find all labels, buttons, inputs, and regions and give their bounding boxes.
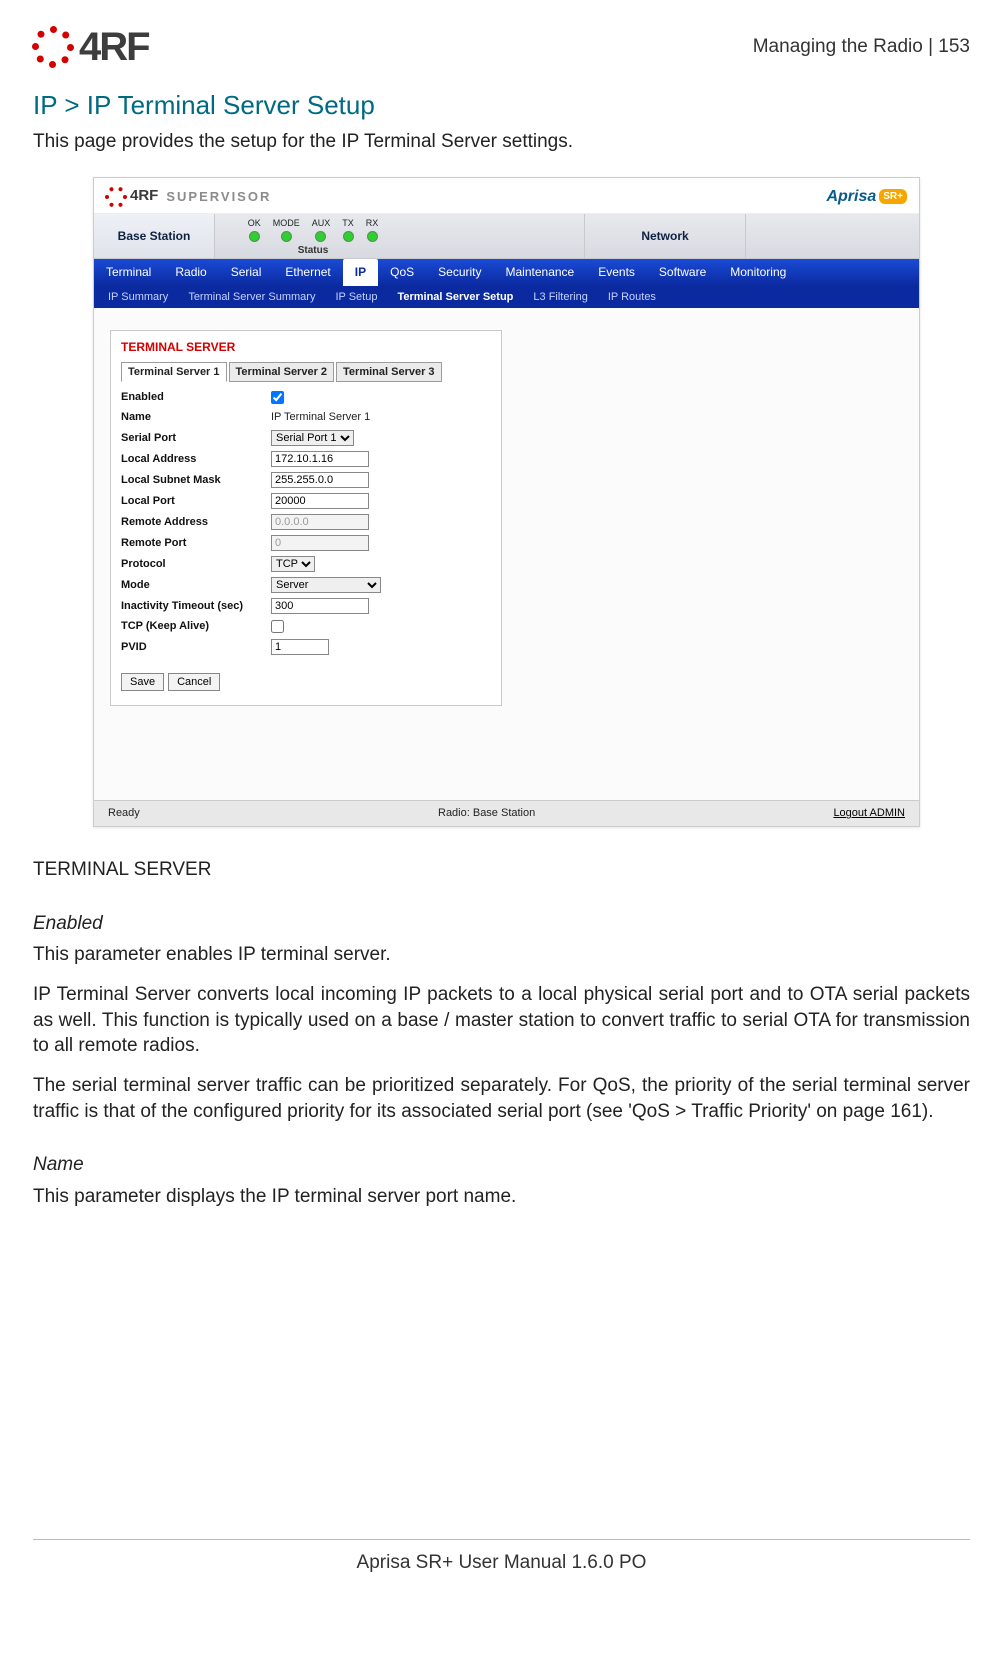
logout-link[interactable]: Logout ADMIN (833, 806, 905, 821)
device-tab[interactable]: Base Station (94, 214, 215, 258)
checkbox-tcp-keep[interactable] (271, 620, 284, 633)
main-nav: Terminal Radio Serial Ethernet IP QoS Se… (94, 259, 919, 285)
led-icon (249, 231, 260, 242)
select-protocol[interactable]: TCP (271, 556, 315, 572)
led-label: RX (366, 217, 379, 229)
led-label: AUX (312, 217, 331, 229)
label-remote-address: Remote Address (121, 515, 271, 530)
label-pvid: PVID (121, 640, 271, 655)
tab-ts3[interactable]: Terminal Server 3 (336, 362, 442, 383)
subnav-ip-setup[interactable]: IP Setup (325, 286, 387, 309)
led-icon (315, 231, 326, 242)
nav-ethernet[interactable]: Ethernet (273, 259, 342, 285)
select-mode[interactable]: Server (271, 577, 381, 593)
status-center: Radio: Base Station (438, 806, 535, 821)
heading-enabled: Enabled (33, 911, 970, 937)
logo-text: 4RF (79, 20, 149, 74)
input-inactivity[interactable] (271, 598, 369, 614)
nav-events[interactable]: Events (586, 259, 647, 285)
nav-serial[interactable]: Serial (219, 259, 274, 285)
nav-security[interactable]: Security (426, 259, 493, 285)
status-caption: Status (298, 244, 329, 258)
nav-maintenance[interactable]: Maintenance (494, 259, 587, 285)
label-local-port: Local Port (121, 494, 271, 509)
status-bar: Ready Radio: Base Station Logout ADMIN (94, 800, 919, 826)
led-label: OK (248, 217, 261, 229)
label-protocol: Protocol (121, 557, 271, 572)
subnav-ts-setup[interactable]: Terminal Server Setup (387, 286, 523, 309)
subnav-ip-summary[interactable]: IP Summary (98, 286, 178, 309)
label-local-subnet: Local Subnet Mask (121, 473, 271, 488)
sub-nav: IP Summary Terminal Server Summary IP Se… (94, 286, 919, 309)
nav-ip[interactable]: IP (343, 259, 378, 285)
supervisor-logo: 4RF SUPERVISOR (106, 186, 271, 206)
nav-radio[interactable]: Radio (163, 259, 218, 285)
heading-name: Name (33, 1152, 970, 1178)
nav-monitoring[interactable]: Monitoring (718, 259, 798, 285)
cancel-button[interactable]: Cancel (168, 673, 220, 691)
para-name: This parameter displays the IP terminal … (33, 1184, 970, 1210)
subnav-l3-filtering[interactable]: L3 Filtering (523, 286, 597, 309)
burst-icon (33, 27, 73, 67)
status-ready: Ready (108, 806, 140, 821)
led-icon (281, 231, 292, 242)
led-icon (367, 231, 378, 242)
checkbox-enabled[interactable] (271, 391, 284, 404)
logo-4rf: 4RF (33, 20, 149, 74)
status-block: OK MODE AUX TX RX Status (215, 214, 411, 260)
footer-text: Aprisa SR+ User Manual 1.6.0 PO (33, 1539, 970, 1576)
nav-qos[interactable]: QoS (378, 259, 426, 285)
panel-title: TERMINAL SERVER (121, 339, 491, 355)
aprisa-badge: Aprisa SR+ (826, 186, 907, 208)
save-button[interactable]: Save (121, 673, 164, 691)
burst-icon (106, 187, 126, 207)
label-tcp-keep: TCP (Keep Alive) (121, 619, 271, 634)
input-pvid[interactable] (271, 639, 329, 655)
tab-ts1[interactable]: Terminal Server 1 (121, 362, 227, 383)
intro-text: This page provides the setup for the IP … (33, 129, 970, 155)
content-area: TERMINAL SERVER Terminal Server 1 Termin… (94, 308, 919, 800)
select-serial-port[interactable]: Serial Port 1 (271, 430, 354, 446)
input-remote-port[interactable] (271, 535, 369, 551)
input-local-address[interactable] (271, 451, 369, 467)
value-name: IP Terminal Server 1 (271, 410, 370, 425)
aprisa-pill: SR+ (879, 189, 907, 205)
label-enabled: Enabled (121, 390, 271, 405)
inner-tabs: Terminal Server 1 Terminal Server 2 Term… (121, 362, 491, 383)
app-window: 4RF SUPERVISOR Aprisa SR+ Base Station O… (93, 177, 920, 827)
nav-terminal[interactable]: Terminal (94, 259, 163, 285)
para-enabled-2: IP Terminal Server converts local incomi… (33, 982, 970, 1059)
subnav-ts-summary[interactable]: Terminal Server Summary (178, 286, 325, 309)
label-inactivity: Inactivity Timeout (sec) (121, 599, 271, 614)
heading-terminal-server: TERMINAL SERVER (33, 857, 970, 883)
header-right: Managing the Radio | 153 (753, 34, 970, 60)
label-remote-port: Remote Port (121, 536, 271, 551)
nav-software[interactable]: Software (647, 259, 718, 285)
input-local-port[interactable] (271, 493, 369, 509)
input-local-subnet[interactable] (271, 472, 369, 488)
label-name: Name (121, 410, 271, 425)
device-bar: Base Station OK MODE AUX TX RX Status Ne… (94, 214, 919, 259)
aprisa-text: Aprisa (826, 186, 876, 208)
para-enabled-3: The serial terminal server traffic can b… (33, 1073, 970, 1124)
supervisor-brand: 4RF (130, 186, 158, 206)
network-tab[interactable]: Network (584, 214, 746, 258)
led-label: TX (342, 217, 354, 229)
label-local-address: Local Address (121, 452, 271, 467)
terminal-server-panel: TERMINAL SERVER Terminal Server 1 Termin… (110, 330, 502, 706)
input-remote-address[interactable] (271, 514, 369, 530)
tab-ts2[interactable]: Terminal Server 2 (229, 362, 335, 383)
label-serial-port: Serial Port (121, 431, 271, 446)
para-enabled-1: This parameter enables IP terminal serve… (33, 942, 970, 968)
led-label: MODE (273, 217, 300, 229)
led-icon (343, 231, 354, 242)
supervisor-text: SUPERVISOR (166, 188, 271, 206)
subnav-ip-routes[interactable]: IP Routes (598, 286, 666, 309)
section-title: IP > IP Terminal Server Setup (33, 88, 970, 123)
app-header: 4RF SUPERVISOR Aprisa SR+ (94, 178, 919, 215)
label-mode: Mode (121, 578, 271, 593)
